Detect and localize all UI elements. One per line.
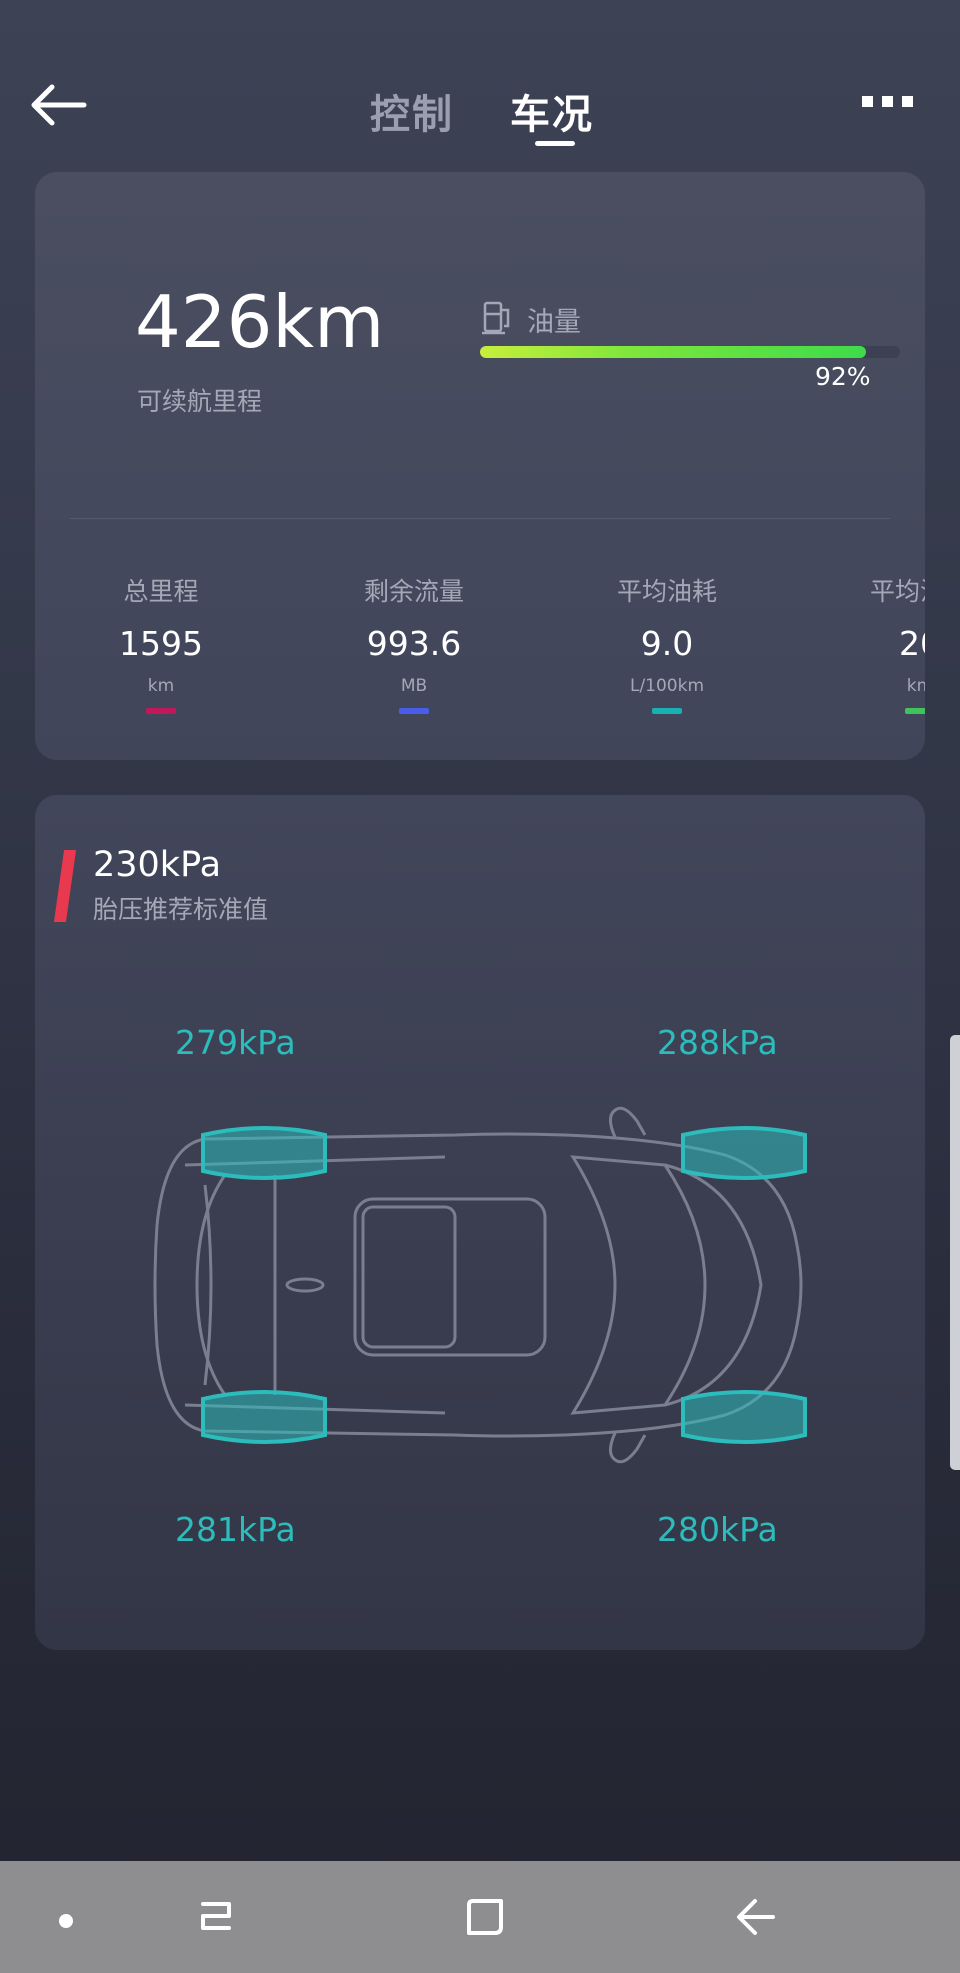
stat-total-mileage[interactable]: 总里程 1595 km <box>61 572 261 714</box>
tire-front-right: 288kPa <box>657 1023 778 1062</box>
top-app-bar: 控制 车况 <box>0 0 960 160</box>
stat-value: 9.0 <box>640 624 694 663</box>
tire-rear-right: 280kPa <box>657 1510 778 1549</box>
fuel-level-bar <box>480 346 900 358</box>
active-tab-indicator <box>535 141 575 146</box>
stat-title: 总里程 <box>123 577 199 606</box>
stat-unit: km <box>906 676 925 696</box>
range-card-content: 426km 可续航里程 油量 92% 总里程 1595 km 剩余流量 993.… <box>35 172 925 760</box>
stat-value: 1595 <box>119 624 203 663</box>
scroll-indicator[interactable] <box>950 1035 960 1470</box>
tire-pressure-card: 230kPa 胎压推荐标准值 279kPa 288kPa 281kPa 280k… <box>35 795 925 1650</box>
more-dot <box>902 96 913 107</box>
stat-unit: km <box>147 676 175 696</box>
more-horizontal-icon <box>862 96 873 107</box>
stat-color-bar <box>146 708 176 714</box>
accent-bar <box>53 850 77 922</box>
fuel-level-fill <box>480 346 867 358</box>
system-navigation-bar <box>0 1861 960 1973</box>
car-top-view-icon <box>153 1106 807 1464</box>
tab-vehicle-status[interactable]: 车况 <box>510 82 594 140</box>
more-button[interactable] <box>862 96 913 107</box>
back-arrow-icon[interactable] <box>733 1895 777 1939</box>
arrow-left-icon <box>31 84 87 126</box>
tire-rear-left: 281kPa <box>175 1510 296 1549</box>
tire-front-left: 279kPa <box>175 1023 296 1062</box>
stat-value: 993.6 <box>366 624 462 663</box>
range-label: 可续航里程 <box>137 387 263 416</box>
recent-apps-icon[interactable] <box>195 1895 237 1939</box>
fuel-label: 油量 <box>527 307 581 338</box>
range-value: 426km <box>135 280 385 364</box>
stat-remaining-data[interactable]: 剩余流量 993.6 MB <box>314 572 514 714</box>
stat-color-bar <box>652 708 682 714</box>
stat-average-fuel[interactable]: 平均油耗 9.0 L/100km <box>567 572 767 714</box>
tire-standard-label: 胎压推荐标准值 <box>93 895 269 924</box>
tire-standard-value: 230kPa <box>93 845 222 885</box>
stat-average-4[interactable]: 平均油耗 20 km <box>820 572 925 714</box>
stat-title: 剩余流量 <box>363 577 464 606</box>
stat-color-bar <box>399 708 429 714</box>
stat-unit: MB <box>400 676 428 696</box>
stat-title: 平均油耗 <box>869 577 925 606</box>
dot-icon[interactable] <box>59 1914 73 1928</box>
more-dot <box>882 96 893 107</box>
fuel-percent: 92% <box>815 362 871 391</box>
home-square-icon[interactable] <box>463 1895 507 1939</box>
stat-title: 平均油耗 <box>616 577 717 606</box>
stat-unit: L/100km <box>629 676 705 696</box>
back-button[interactable] <box>28 82 100 142</box>
stat-value: 20 <box>899 624 925 663</box>
stat-color-bar <box>905 708 925 714</box>
range-card: 426km 可续航里程 油量 92% 总里程 1595 km 剩余流量 993.… <box>35 172 925 760</box>
divider <box>70 518 890 519</box>
fuel-pump-icon <box>482 301 510 335</box>
tab-control[interactable]: 控制 <box>370 82 454 140</box>
